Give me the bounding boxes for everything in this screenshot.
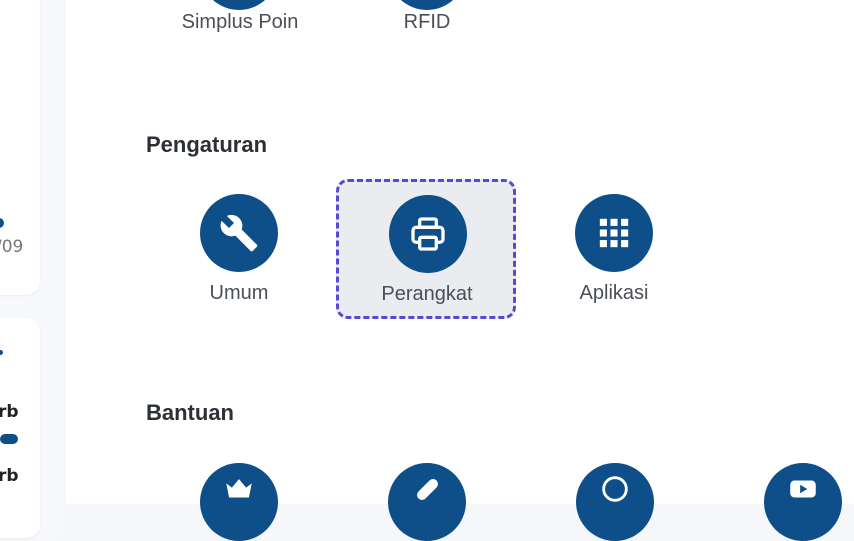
whatsapp-icon[interactable] (576, 463, 654, 541)
bandage-icon[interactable] (388, 463, 466, 541)
crown-icon[interactable] (200, 463, 278, 541)
menu-item-rfid[interactable]: RFID (327, 11, 527, 34)
sidebar-value: rb (0, 402, 19, 422)
grid-icon (575, 194, 653, 272)
section-title-bantuan: Bantuan (146, 400, 234, 425)
menu-item-umum[interactable]: Umum (149, 182, 329, 322)
sidebar-value: rb (0, 466, 19, 486)
menu-label-aplikasi: Aplikasi (579, 282, 649, 304)
menu-label-perangkat: Perangkat (381, 283, 473, 305)
printer-icon (389, 195, 467, 273)
sidebar-text-fragment: /09 (0, 237, 24, 257)
progress-bar (0, 434, 18, 444)
youtube-icon[interactable] (764, 463, 842, 541)
wrench-icon (200, 194, 278, 272)
menu-item-perangkat[interactable]: Perangkat (336, 179, 516, 319)
menu-item-aplikasi[interactable]: Aplikasi (524, 182, 704, 322)
stats-card[interactable] (0, 318, 40, 538)
section-title-pengaturan: Pengaturan (146, 132, 268, 157)
menu-item-simplus-poin[interactable]: Simplus Poin (140, 11, 340, 34)
menu-label-umum: Umum (209, 282, 269, 304)
